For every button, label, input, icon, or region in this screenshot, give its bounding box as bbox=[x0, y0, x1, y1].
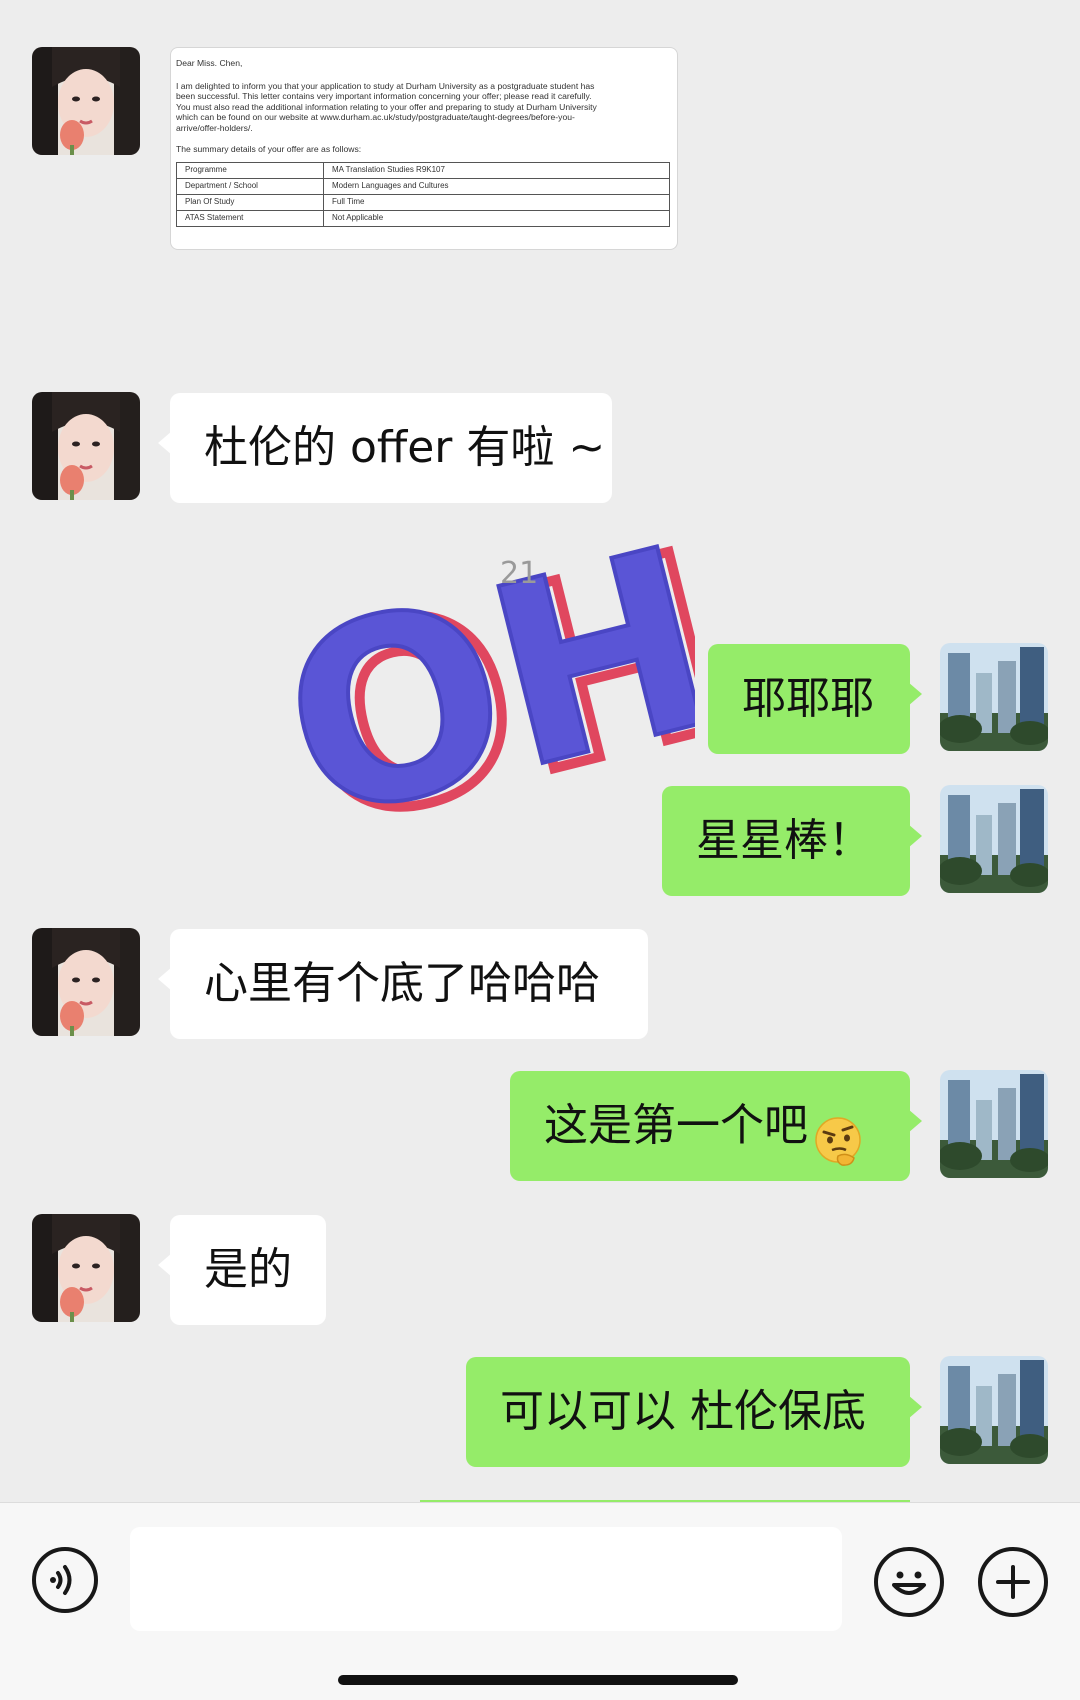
thinking-face-icon bbox=[812, 1099, 864, 1166]
message-input[interactable] bbox=[130, 1527, 842, 1631]
voice-icon bbox=[50, 1565, 72, 1595]
message-text: 耶耶耶 bbox=[742, 673, 874, 724]
message-text: 心里有个底了哈哈哈 bbox=[204, 958, 600, 1009]
message-bubble-incoming[interactable]: 杜伦的 offer 有啦 ~ bbox=[158, 393, 612, 503]
table-row: ATAS Statement Not Applicable bbox=[176, 210, 670, 228]
voice-button[interactable] bbox=[32, 1547, 98, 1613]
message-bubble-outgoing[interactable]: 这是第一个吧 bbox=[510, 1071, 922, 1181]
home-indicator bbox=[338, 1675, 738, 1685]
message-text: 是的 bbox=[204, 1244, 292, 1295]
table-row: Plan Of Study Full Time bbox=[176, 194, 670, 212]
table-row: Department / School Modern Languages and… bbox=[176, 178, 670, 196]
offer-letter-image[interactable]: Dear Miss. Chen, I am delighted to infor… bbox=[170, 47, 678, 250]
contact-avatar[interactable] bbox=[32, 1214, 140, 1322]
my-avatar[interactable] bbox=[940, 643, 1048, 751]
sticker-text: OH! bbox=[275, 520, 695, 820]
letter-paragraph-line: been successful. This letter contains ve… bbox=[176, 91, 592, 102]
contact-avatar[interactable] bbox=[32, 392, 140, 500]
oh-sticker[interactable]: OH! OH! bbox=[256, 463, 865, 887]
message-text: 杜伦的 offer 有啦 ~ bbox=[204, 422, 606, 473]
table-cell-value: Not Applicable bbox=[323, 210, 670, 228]
table-cell-value: Modern Languages and Cultures bbox=[323, 178, 670, 196]
table-cell-value: MA Translation Studies R9K107 bbox=[323, 162, 670, 180]
smiley-icon bbox=[892, 1571, 926, 1595]
letter-paragraph-line: arrive/offer-holders/. bbox=[176, 122, 253, 133]
contact-avatar[interactable] bbox=[32, 928, 140, 1036]
emoji-button[interactable] bbox=[874, 1547, 944, 1617]
input-bar bbox=[0, 1502, 1080, 1700]
my-avatar[interactable] bbox=[940, 1070, 1048, 1178]
table-cell-label: Department / School bbox=[176, 178, 324, 196]
message-text: 星星棒！ bbox=[696, 815, 872, 866]
message-text: 这是第一个吧 bbox=[544, 1100, 808, 1151]
my-avatar[interactable] bbox=[940, 785, 1048, 893]
chat-area: Dear Miss. Chen, I am delighted to infor… bbox=[0, 0, 1080, 1504]
table-cell-label: Plan Of Study bbox=[176, 194, 324, 212]
message-bubble-incoming[interactable]: 是的 bbox=[158, 1215, 326, 1325]
message-bubble-incoming[interactable]: 心里有个底了哈哈哈 bbox=[158, 929, 648, 1039]
message-bubble-outgoing[interactable]: 耶耶耶 bbox=[708, 644, 922, 754]
contact-avatar[interactable] bbox=[32, 47, 140, 155]
table-cell-label: ATAS Statement bbox=[176, 210, 324, 228]
my-avatar[interactable] bbox=[940, 1356, 1048, 1464]
offer-summary-table: Programme MA Translation Studies R9K107 … bbox=[176, 162, 670, 228]
letter-paragraph-line: which can be found on our website at www… bbox=[176, 112, 575, 123]
letter-paragraph-line: I am delighted to inform you that your a… bbox=[176, 80, 595, 91]
letter-paragraph-line: You must also read the additional inform… bbox=[176, 101, 597, 112]
message-text: 可以可以 杜伦保底 bbox=[500, 1386, 866, 1437]
more-button[interactable] bbox=[978, 1547, 1048, 1617]
table-cell-label: Programme bbox=[176, 162, 324, 180]
plus-icon bbox=[996, 1565, 1030, 1599]
message-bubble-outgoing[interactable]: 可以可以 杜伦保底 bbox=[466, 1357, 922, 1467]
table-cell-value: Full Time bbox=[323, 194, 670, 212]
letter-greeting: Dear Miss. Chen, bbox=[176, 58, 243, 68]
sticker-overlay-number: 21 bbox=[500, 556, 539, 591]
letter-summary-intro: The summary details of your offer are as… bbox=[176, 143, 362, 154]
table-row: Programme MA Translation Studies R9K107 bbox=[176, 162, 670, 180]
message-bubble-outgoing[interactable]: 星星棒！ bbox=[662, 786, 922, 896]
